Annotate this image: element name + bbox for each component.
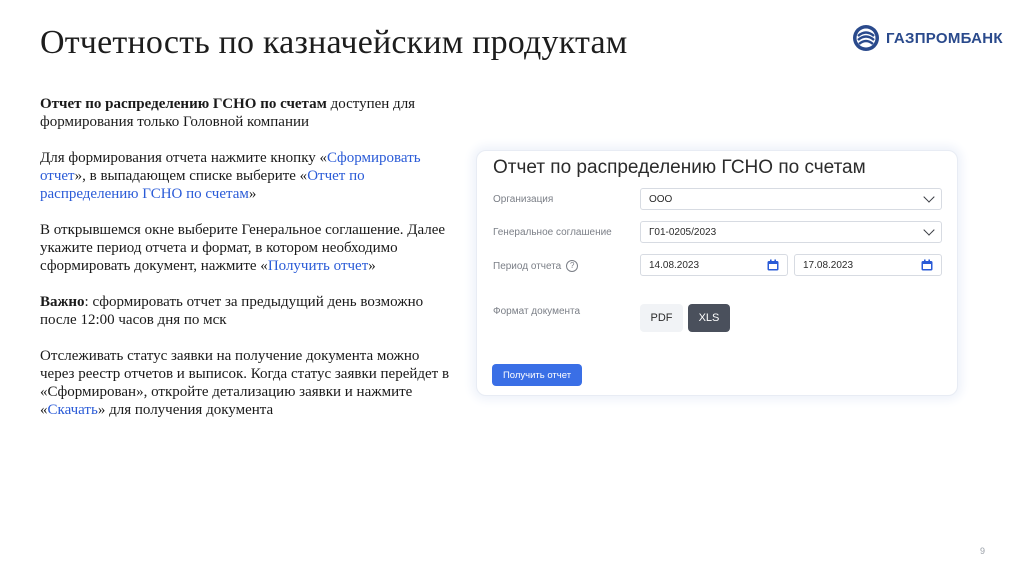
help-icon[interactable]: ? [566, 260, 579, 272]
instruction-paragraph-1: Отчет по распределению ГСНО по счетам до… [40, 95, 450, 131]
report-name-bold: Отчет по распределению ГСНО по счетам [40, 96, 327, 112]
agreement-label: Генеральное соглашение [493, 227, 612, 238]
important-label: Важно [40, 294, 85, 310]
date-from-value: 14.08.2023 [649, 259, 700, 271]
chevron-down-icon [923, 224, 935, 236]
get-report-link[interactable]: Получить отчет [268, 258, 368, 274]
report-form-panel: Отчет по распределению ГСНО по счетам Ор… [476, 150, 958, 396]
organization-value: ООО [649, 193, 673, 205]
instruction-paragraph-4: Важно: сформировать отчет за предыдущий … [40, 293, 450, 329]
date-to-input[interactable]: 17.08.2023 [794, 254, 942, 276]
p4-text: : сформировать отчет за предыдущий день … [40, 294, 424, 328]
format-xls-button[interactable]: XLS [688, 304, 730, 332]
page-number: 9 [980, 546, 986, 556]
p2-text-a: Для формирования отчета нажмите кнопку « [40, 150, 328, 166]
p2-text-c: » [248, 186, 257, 202]
organization-select[interactable]: ООО [640, 188, 942, 210]
agreement-label-text: Генеральное соглашение [493, 227, 612, 238]
format-label: Формат документа [493, 306, 580, 317]
get-report-button[interactable]: Получить отчет [492, 364, 582, 386]
format-pdf-button[interactable]: PDF [640, 304, 683, 332]
logo-text: ГАЗПРОМБАНК [886, 29, 1003, 47]
instruction-paragraph-2: Для формирования отчета нажмите кнопку «… [40, 149, 450, 203]
organization-label-text: Организация [493, 194, 554, 205]
instructions-text: Отчет по распределению ГСНО по счетам до… [40, 95, 450, 437]
period-label: Период отчета ? [493, 260, 579, 272]
form-title: Отчет по распределению ГСНО по счетам [493, 157, 866, 178]
p3-text-a: В открывшемся окне выберите Генеральное … [40, 222, 446, 274]
chevron-down-icon [923, 191, 935, 203]
slide-title: Отчетность по казначейским продуктам [40, 24, 628, 61]
date-to-value: 17.08.2023 [803, 259, 854, 271]
instruction-paragraph-5: Отслеживать статус заявки на получение д… [40, 347, 450, 419]
instruction-paragraph-3: В открывшемся окне выберите Генеральное … [40, 221, 450, 275]
format-label-text: Формат документа [493, 306, 581, 317]
download-link[interactable]: Скачать [48, 402, 98, 418]
agreement-value: Г01-0205/2023 [649, 226, 717, 238]
date-from-input[interactable]: 14.08.2023 [640, 254, 788, 276]
p5-text-b: » для получения документа [97, 402, 274, 418]
calendar-icon[interactable] [767, 259, 779, 271]
calendar-icon[interactable] [921, 259, 933, 271]
agreement-select[interactable]: Г01-0205/2023 [640, 221, 942, 243]
gazprombank-logo-icon [853, 25, 879, 51]
organization-label: Организация [493, 194, 553, 205]
p3-text-b: » [368, 258, 376, 274]
period-label-text: Период отчета [493, 260, 562, 272]
p2-text-b: », в выпадающем списке выберите « [74, 168, 308, 184]
gazprombank-logo: ГАЗПРОМБАНК [852, 24, 1003, 52]
